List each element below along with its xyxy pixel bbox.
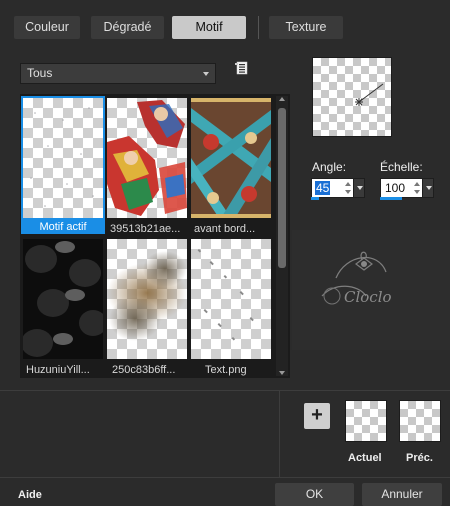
ok-button[interactable]: OK <box>275 483 354 506</box>
angle-label: Angle: <box>312 160 347 174</box>
category-dropdown[interactable]: Tous <box>20 63 216 84</box>
help-link[interactable]: Aide <box>18 489 42 501</box>
angle-slider-bar[interactable] <box>311 197 319 200</box>
thumb-label: 39513b21ae... <box>110 223 181 235</box>
previous-swatch[interactable] <box>399 400 441 442</box>
thumb-pattern-dolls[interactable] <box>107 98 187 218</box>
scroll-down-icon[interactable] <box>279 371 285 375</box>
tab-separator <box>258 16 259 39</box>
scale-label: Échelle: <box>380 160 423 174</box>
thumb-pattern-blur[interactable] <box>107 239 187 359</box>
chevron-down-icon <box>203 72 209 76</box>
current-swatch[interactable] <box>345 400 387 442</box>
thumb-pattern-frame[interactable] <box>191 98 271 218</box>
divider <box>0 477 450 478</box>
thumb-motif-actif[interactable] <box>21 96 105 220</box>
tab-motif[interactable]: Motif <box>172 16 246 39</box>
current-swatch-label: Actuel <box>348 452 382 464</box>
divider <box>279 390 280 478</box>
scale-slider-bar[interactable] <box>380 197 402 200</box>
thumb-label: avant bord... <box>194 223 256 235</box>
thumb-label: 250c83b6ff... <box>112 364 176 376</box>
tab-degrade[interactable]: Dégradé <box>91 16 164 39</box>
tab-couleur[interactable]: Couleur <box>14 16 80 39</box>
divider <box>0 390 450 391</box>
thumb-label: Motif actif <box>21 220 105 234</box>
add-pattern-button[interactable]: + <box>304 403 330 429</box>
angle-dropdown-icon[interactable] <box>353 179 364 197</box>
tab-texture[interactable]: Texture <box>269 16 343 39</box>
cancel-button[interactable]: Annuler <box>362 483 442 506</box>
scroll-up-icon[interactable] <box>279 97 285 101</box>
scale-value[interactable]: 100 <box>384 181 406 195</box>
thumb-label: HuzuniuYill... <box>26 364 90 376</box>
previous-swatch-label: Préc. <box>406 452 433 464</box>
scale-dropdown-icon[interactable] <box>422 179 433 197</box>
angle-spinbox[interactable]: 45 <box>311 178 365 198</box>
thumb-pattern-dark[interactable] <box>23 239 103 359</box>
category-dropdown-value: Tous <box>27 66 53 80</box>
gallery-scrollbar-thumb[interactable] <box>278 108 286 268</box>
pattern-library-icon[interactable] <box>235 61 249 75</box>
thumb-pattern-text[interactable] <box>191 239 271 359</box>
pattern-preview[interactable] <box>312 57 392 137</box>
scale-spinbox[interactable]: 100 <box>380 178 434 198</box>
angle-stepper[interactable] <box>343 179 353 197</box>
background-decoration <box>292 230 450 350</box>
angle-value[interactable]: 45 <box>315 181 331 195</box>
scale-stepper[interactable] <box>412 179 422 197</box>
